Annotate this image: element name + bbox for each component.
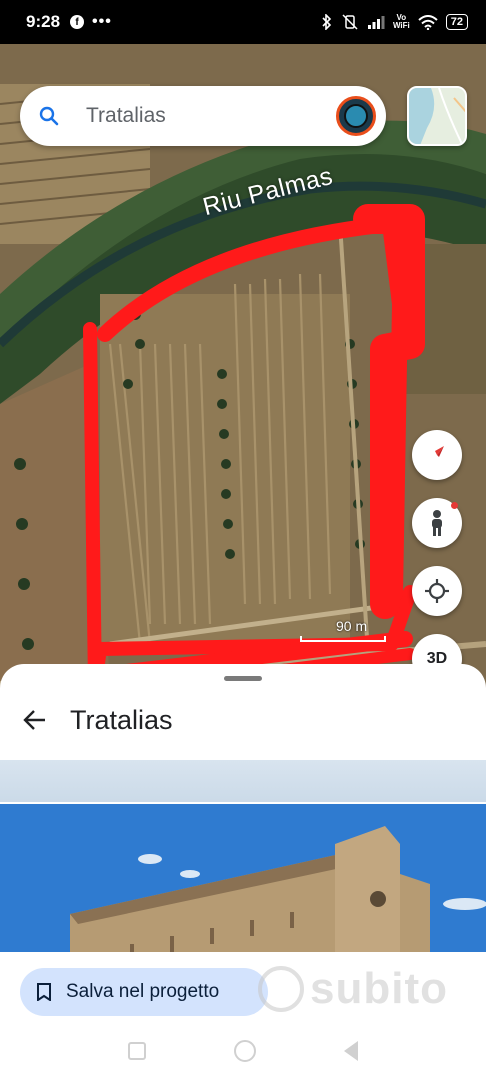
account-avatar[interactable]	[336, 96, 376, 136]
save-to-project-button[interactable]: Salva nel progetto	[20, 968, 268, 1016]
recents-button[interactable]	[128, 1042, 146, 1060]
facebook-icon: f	[70, 15, 85, 29]
search-bar[interactable]: Tratalias	[20, 86, 386, 146]
battery-indicator: 72	[445, 14, 468, 30]
wifi-icon	[418, 14, 438, 30]
street-view-button[interactable]	[412, 498, 462, 548]
back-arrow-icon[interactable]	[22, 707, 48, 733]
subito-watermark: subito	[258, 964, 448, 1014]
compass-icon	[430, 446, 444, 464]
status-time: 9:28	[26, 12, 61, 31]
satellite-map[interactable]: Riu Palmas 90 m Tratalias 3D	[0, 44, 486, 694]
back-button[interactable]	[344, 1041, 358, 1061]
search-icon	[39, 106, 59, 126]
sheet-drag-handle[interactable]	[224, 676, 262, 681]
signal-icon	[367, 16, 385, 29]
pegman-icon	[432, 510, 442, 536]
place-bottom-sheet[interactable]: Tratalias Salva nel progetto subito	[0, 664, 486, 1080]
my-location-icon	[425, 579, 449, 603]
search-input[interactable]: Tratalias	[86, 104, 336, 128]
my-location-button[interactable]	[412, 566, 462, 616]
map-scale-label: 90 m	[336, 618, 368, 634]
map-layers-button[interactable]	[407, 86, 467, 146]
map-scale-bar	[300, 636, 386, 642]
save-to-project-label: Salva nel progetto	[66, 981, 220, 1002]
vowifi-indicator: Vo WiFi	[392, 13, 410, 30]
bookmark-icon	[37, 983, 51, 1001]
subito-logo-icon	[258, 966, 304, 1012]
status-bar: 9:28 f ••• Vo WiFi 72	[0, 0, 486, 44]
place-title: Tratalias	[70, 704, 173, 735]
watermark-text: subito	[310, 964, 448, 1013]
home-button[interactable]	[234, 1040, 256, 1062]
more-notifications-icon: •••	[92, 13, 112, 30]
photo-strip[interactable]	[0, 760, 486, 802]
bluetooth-icon	[322, 14, 332, 30]
notification-dot	[451, 502, 458, 509]
compass-button[interactable]	[412, 430, 462, 480]
sheet-header: Tratalias	[0, 692, 486, 748]
vibrate-off-icon	[342, 14, 358, 30]
map-layer-thumbnail-icon	[409, 88, 465, 144]
system-navigation-bar	[0, 1022, 486, 1080]
